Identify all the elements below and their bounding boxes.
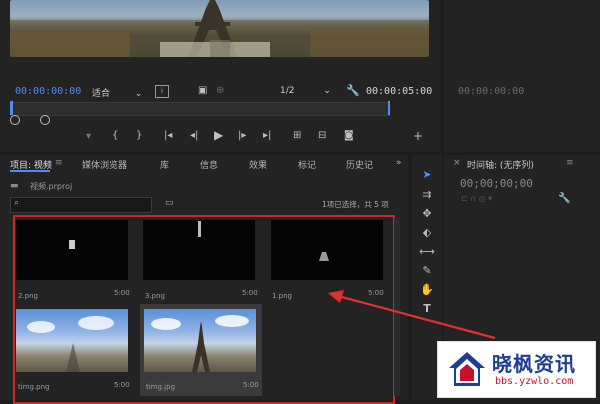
watermark-brand: 晓枫资讯 [492,352,576,376]
house-logo-icon [449,352,485,386]
annotation-arrow [328,290,496,340]
watermark-badge: 晓枫资讯 bbs.yzwlo.com [437,341,596,398]
watermark-url: bbs.yzwlo.com [495,376,574,387]
